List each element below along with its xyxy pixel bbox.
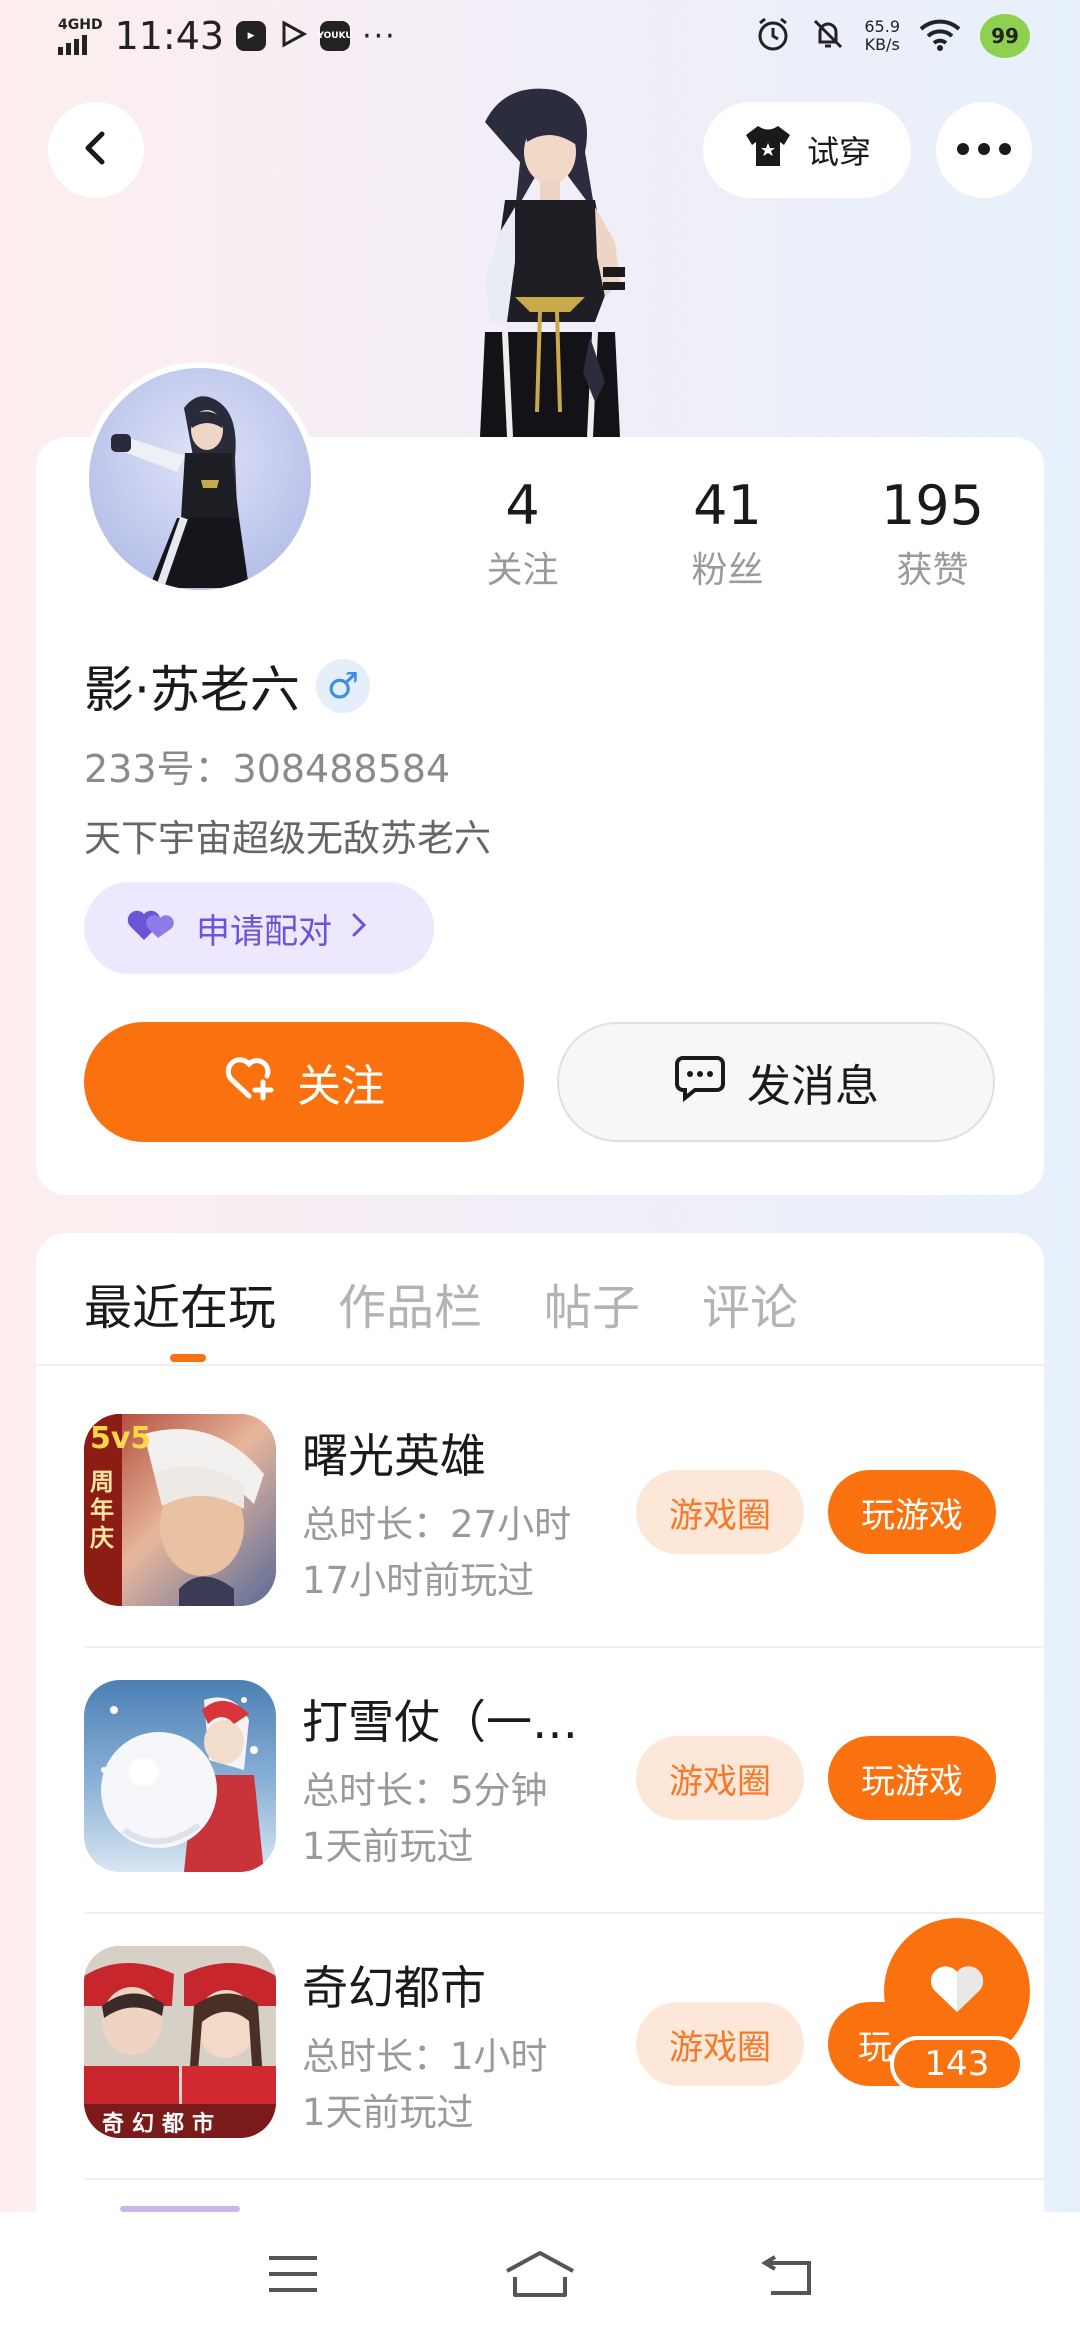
tab-recently-played[interactable]: 最近在玩 <box>84 1268 276 1338</box>
game-name: 曙光英雄 <box>302 1429 486 1483</box>
username: 影·苏老六 <box>84 661 300 719</box>
speed-value: 65.9 <box>864 17 900 36</box>
game-last-played: 17小时前玩过 <box>302 1559 535 1602</box>
chevron-right-icon <box>350 908 368 948</box>
back-nav-button[interactable] <box>747 2236 827 2316</box>
network-speed: 65.9 KB/s <box>864 18 900 54</box>
send-message-label: 发消息 <box>747 1061 879 1112</box>
back-button[interactable] <box>48 102 144 198</box>
game-icon-side-text: 周年庆 <box>90 1468 114 1552</box>
status-bar-left: 4GHD 11:43 ▶ YOUKU ··· <box>58 14 397 58</box>
game-total-duration: 总时长：1小时 <box>302 2035 548 2078</box>
game-name: 打雪仗（一… <box>302 1695 578 1749</box>
follow-label: 关注 <box>297 1061 385 1112</box>
tab-posts[interactable]: 帖子 <box>544 1268 640 1338</box>
user-id: 233号：308488584 <box>84 747 451 791</box>
signal-group: 4GHD <box>58 16 103 55</box>
username-row: 影·苏老六 ♂ <box>84 650 370 722</box>
play-game-button[interactable]: 玩游戏 <box>828 1470 996 1554</box>
menu-icon <box>267 2254 319 2298</box>
follow-button[interactable]: 关注 <box>84 1022 524 1142</box>
system-nav-bar <box>0 2212 1080 2340</box>
game-total-duration: 总时长：27小时 <box>302 1503 572 1546</box>
game-name: 奇幻都市 <box>302 1961 486 2015</box>
stat-fans[interactable]: 41 粉丝 <box>625 474 830 593</box>
status-bar-right: 65.9 KB/s 99 <box>754 14 1030 58</box>
tab-works[interactable]: 作品栏 <box>338 1268 482 1338</box>
game-last-played: 1天前玩过 <box>302 2091 474 2134</box>
signal-icon <box>58 33 87 55</box>
chevron-left-icon <box>76 128 116 172</box>
send-message-button[interactable]: 发消息 <box>557 1022 995 1142</box>
home-icon <box>503 2249 577 2303</box>
game-icon[interactable]: 奇幻都市 <box>84 1946 276 2138</box>
active-tab-indicator <box>170 1354 206 1362</box>
game-icon-badge: 5v5 <box>90 1421 151 1456</box>
more-notifications-icon: ··· <box>362 18 397 54</box>
battery-indicator: 99 <box>980 14 1030 58</box>
more-horizontal-icon <box>956 141 1012 160</box>
game-last-played: 1天前玩过 <box>302 1825 474 1868</box>
try-on-button[interactable]: 试穿 <box>703 102 911 198</box>
game-total-duration: 总时长：5分钟 <box>302 1769 548 1812</box>
likes-count: 195 <box>880 474 985 537</box>
avatar[interactable] <box>83 362 317 596</box>
alarm-icon <box>754 15 792 57</box>
speed-unit: KB/s <box>864 35 900 54</box>
play-icon <box>278 19 308 53</box>
game-circle-button[interactable]: 游戏圈 <box>636 1470 804 1554</box>
status-bar: 4GHD 11:43 ▶ YOUKU ··· 65.9 KB/s 99 <box>0 0 1080 80</box>
play-game-button[interactable]: 玩游戏 <box>828 1736 996 1820</box>
like-count: 143 <box>890 2036 1024 2092</box>
game-icon[interactable]: 5v5 周年庆 <box>84 1414 276 1606</box>
game-row[interactable]: 5v5 周年庆 曙光英雄 总时长：27小时 17小时前玩过 游戏圈 玩游戏 <box>0 1414 1080 1680</box>
game-circle-button[interactable]: 游戏圈 <box>636 1736 804 1820</box>
media-icon: ▶ <box>236 21 267 51</box>
youku-icon: YOUKU <box>317 21 353 51</box>
network-type: 4GHD <box>58 16 103 33</box>
profile-tabs: 最近在玩 作品栏 帖子 评论 <box>84 1268 798 1338</box>
game-row[interactable]: 打雪仗（一… 总时长：5分钟 1天前玩过 游戏圈 玩游戏 <box>0 1680 1080 1946</box>
game-circle-button[interactable]: 游戏圈 <box>636 2002 804 2086</box>
character-figure <box>445 82 655 438</box>
more-options-button[interactable] <box>936 102 1032 198</box>
stat-likes[interactable]: 195 获赞 <box>830 474 1035 593</box>
fans-label: 粉丝 <box>691 550 764 591</box>
row-divider <box>84 1646 1044 1648</box>
likes-label: 获赞 <box>896 550 969 591</box>
male-icon: ♂ <box>315 659 370 713</box>
following-count: 4 <box>505 474 540 537</box>
tab-comments[interactable]: 评论 <box>702 1268 798 1338</box>
tab-divider <box>36 1364 1044 1366</box>
stats-row: 4 关注 41 粉丝 195 获赞 <box>420 474 1040 593</box>
row-divider <box>84 2178 1044 2180</box>
apply-pair-button[interactable]: 申请配对 <box>84 882 434 974</box>
following-label: 关注 <box>486 550 559 591</box>
recent-apps-button[interactable] <box>253 2236 333 2316</box>
fans-count: 41 <box>693 474 762 537</box>
try-on-label: 试穿 <box>806 133 871 171</box>
heart-plus-icon <box>223 1052 277 1113</box>
heart-icon <box>928 1962 986 2018</box>
back-arrow-icon <box>759 2251 815 2301</box>
home-button[interactable] <box>500 2236 580 2316</box>
chat-bubble-icon <box>673 1052 727 1113</box>
mute-bell-icon <box>810 16 846 56</box>
hearts-icon <box>126 904 178 953</box>
game-icon-caption: 奇幻都市 <box>102 2112 223 2137</box>
user-bio: 天下宇宙超级无敌苏老六 <box>84 817 491 860</box>
apply-pair-label: 申请配对 <box>196 911 332 952</box>
tshirt-icon <box>743 123 793 177</box>
clock-time: 11:43 <box>114 14 225 58</box>
row-divider <box>84 1912 1044 1914</box>
wifi-icon <box>918 17 962 55</box>
stat-following[interactable]: 4 关注 <box>420 474 625 593</box>
game-icon[interactable] <box>84 1680 276 1872</box>
